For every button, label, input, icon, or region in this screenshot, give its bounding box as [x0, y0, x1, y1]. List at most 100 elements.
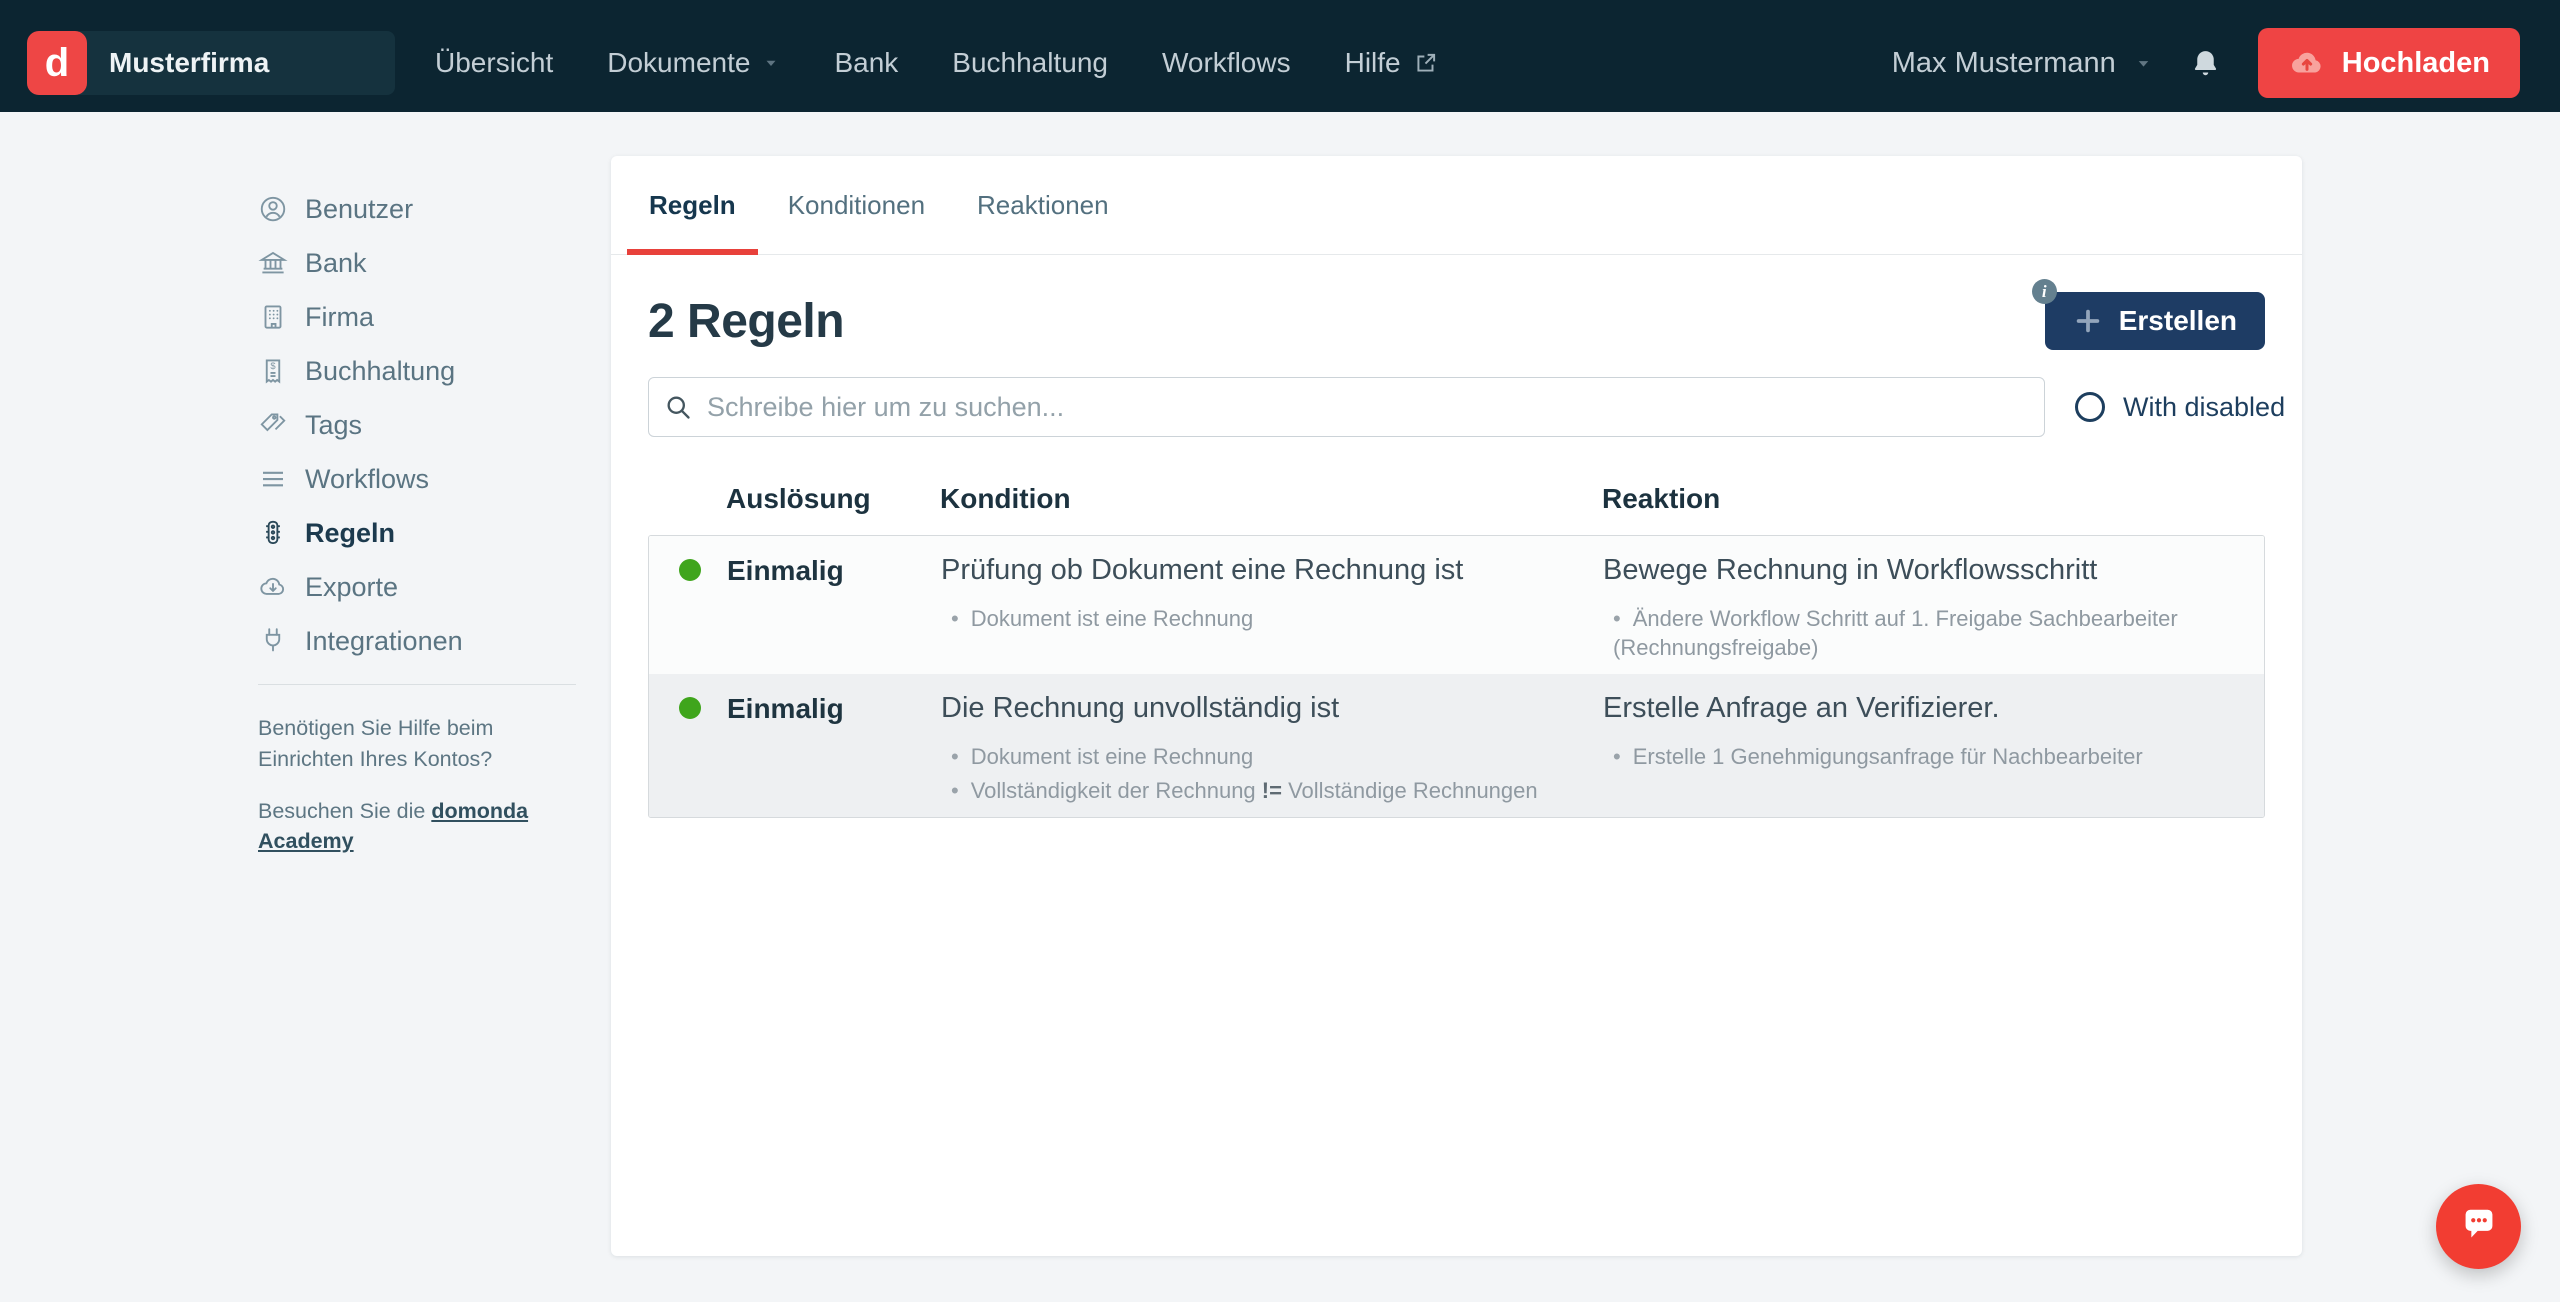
kondition-title: Prüfung ob Dokument eine Rechnung ist [941, 553, 1603, 588]
top-bar: d Musterfirma Übersicht Dokumente Bank B… [0, 0, 2560, 112]
with-disabled-toggle[interactable]: With disabled [2075, 392, 2285, 423]
user-icon [258, 194, 288, 224]
status-dot-icon [679, 697, 701, 719]
kondition-bullets: Dokument ist eine Rechnung Vollständigke… [941, 742, 1603, 805]
nav-item-bank[interactable]: Bank [834, 47, 898, 79]
sidebar-item-label: Regeln [305, 518, 395, 549]
radio-icon[interactable] [2075, 392, 2105, 422]
nav-item-uebersicht[interactable]: Übersicht [435, 47, 553, 79]
sidebar-item-label: Tags [305, 410, 362, 441]
tab-reaktionen[interactable]: Reaktionen [955, 156, 1131, 254]
bullet-item: Erstelle 1 Genehmigungsanfrage für Nachb… [1613, 742, 2230, 771]
external-link-icon [1413, 50, 1439, 76]
brand[interactable]: d Musterfirma [27, 31, 395, 95]
page-title: 2 Regeln [648, 294, 844, 349]
ausloesung-cell: Einmalig [649, 553, 941, 662]
tab-bar: Regeln Konditionen Reaktionen [611, 156, 2302, 255]
company-switcher[interactable]: Musterfirma [79, 31, 395, 95]
sidebar-help-text: Benötigen Sie Hilfe beim Einrichten Ihre… [258, 713, 590, 774]
domonda-logo-icon: d [27, 31, 87, 95]
main-nav: Übersicht Dokumente Bank Buchhaltung Wor… [435, 47, 1439, 79]
reaktion-bullets: Ändere Workflow Schritt auf 1. Freigabe … [1603, 604, 2230, 662]
nav-item-buchhaltung[interactable]: Buchhaltung [952, 47, 1108, 79]
create-button[interactable]: Erstellen [2045, 292, 2265, 350]
sidebar-item-tags[interactable]: Tags [258, 398, 588, 452]
operator-text: != [1262, 778, 1282, 803]
reaktion-cell: Bewege Rechnung in Workflowsschritt Ände… [1603, 553, 2264, 662]
nav-label: Workflows [1162, 47, 1291, 79]
search-input[interactable] [648, 377, 2045, 437]
upload-button[interactable]: Hochladen [2258, 28, 2520, 98]
tab-label: Reaktionen [977, 190, 1109, 221]
nav-label: Dokumente [607, 47, 750, 79]
sidebar-item-firma[interactable]: Firma [258, 290, 588, 344]
with-disabled-label: With disabled [2123, 392, 2285, 423]
search-row: With disabled [648, 377, 2265, 437]
reaktion-title: Bewege Rechnung in Workflowsschritt [1603, 553, 2230, 588]
invoice-icon: $ [258, 356, 288, 386]
tab-regeln[interactable]: Regeln [627, 156, 758, 254]
chat-widget-button[interactable] [2436, 1184, 2521, 1269]
bullet-item: Vollständigkeit der Rechnung != Vollstän… [951, 776, 1603, 805]
column-header-ausloesung: Auslösung [648, 483, 940, 515]
upload-label: Hochladen [2342, 47, 2490, 80]
tab-konditionen[interactable]: Konditionen [766, 156, 947, 254]
bullet-item: Dokument ist eine Rechnung [951, 742, 1603, 771]
nav-item-hilfe[interactable]: Hilfe [1345, 47, 1439, 79]
table-row[interactable]: Einmalig Die Rechnung unvollständig ist … [649, 674, 2264, 817]
chevron-down-icon [2134, 54, 2153, 73]
cloud-upload-icon [2288, 44, 2326, 82]
company-name: Musterfirma [109, 47, 269, 79]
heading-row: 2 Regeln i Erstellen [648, 291, 2265, 351]
bell-icon [2189, 47, 2222, 80]
sidebar-item-label: Integrationen [305, 626, 463, 657]
sidebar-item-label: Benutzer [305, 194, 413, 225]
ausloesung-cell: Einmalig [649, 691, 941, 805]
rules-card: Regeln Konditionen Reaktionen 2 Regeln i… [611, 156, 2302, 1256]
tags-icon [258, 410, 288, 440]
rules-table: Auslösung Kondition Reaktion Einmalig Pr… [648, 483, 2265, 818]
sidebar-item-benutzer[interactable]: Benutzer [258, 182, 588, 236]
sidebar-item-label: Bank [305, 248, 367, 279]
user-menu[interactable]: Max Mustermann [1892, 47, 2153, 80]
nav-label: Übersicht [435, 47, 553, 79]
list-icon [258, 464, 288, 494]
tab-label: Regeln [649, 190, 736, 221]
nav-label: Hilfe [1345, 47, 1401, 79]
table-row[interactable]: Einmalig Prüfung ob Dokument eine Rechnu… [649, 536, 2264, 674]
sidebar-item-label: Exporte [305, 572, 398, 603]
info-icon[interactable]: i [2032, 279, 2057, 304]
reaktion-bullets: Erstelle 1 Genehmigungsanfrage für Nachb… [1603, 742, 2230, 771]
kondition-bullets: Dokument ist eine Rechnung [941, 604, 1603, 633]
bullet-text: Vollständige Rechnungen [1282, 778, 1538, 803]
sidebar-item-bank[interactable]: Bank [258, 236, 588, 290]
sidebar-item-exporte[interactable]: Exporte [258, 560, 588, 614]
trigger-label: Einmalig [727, 691, 844, 726]
building-icon [258, 302, 288, 332]
chat-icon [2456, 1204, 2502, 1250]
bullet-item: Ändere Workflow Schritt auf 1. Freigabe … [1613, 604, 2230, 662]
tab-label: Konditionen [788, 190, 925, 221]
nav-label: Buchhaltung [952, 47, 1108, 79]
nav-item-dokumente[interactable]: Dokumente [607, 47, 780, 79]
notifications-button[interactable] [2189, 47, 2222, 80]
trigger-label: Einmalig [727, 553, 844, 588]
sidebar-item-regeln[interactable]: Regeln [258, 506, 588, 560]
sidebar-item-label: Firma [305, 302, 374, 333]
bullet-text: Vollständigkeit der Rechnung [971, 778, 1262, 803]
column-header-kondition: Kondition [940, 483, 1602, 515]
sidebar-item-integrationen[interactable]: Integrationen [258, 614, 588, 668]
status-dot-icon [679, 559, 701, 581]
traffic-light-icon [258, 518, 288, 548]
plug-icon [258, 626, 288, 656]
table-header: Auslösung Kondition Reaktion [648, 483, 2265, 535]
nav-label: Bank [834, 47, 898, 79]
nav-item-workflows[interactable]: Workflows [1162, 47, 1291, 79]
settings-sidebar: Benutzer Bank Firma $ Buchhaltung Tags W… [258, 182, 588, 873]
sidebar-item-buchhaltung[interactable]: $ Buchhaltung [258, 344, 588, 398]
reaktion-cell: Erstelle Anfrage an Verifizierer. Erstel… [1603, 691, 2264, 805]
user-name: Max Mustermann [1892, 47, 2116, 80]
create-button-wrap: i Erstellen [2045, 292, 2265, 350]
sidebar-item-workflows[interactable]: Workflows [258, 452, 588, 506]
column-header-reaktion: Reaktion [1602, 483, 2265, 515]
